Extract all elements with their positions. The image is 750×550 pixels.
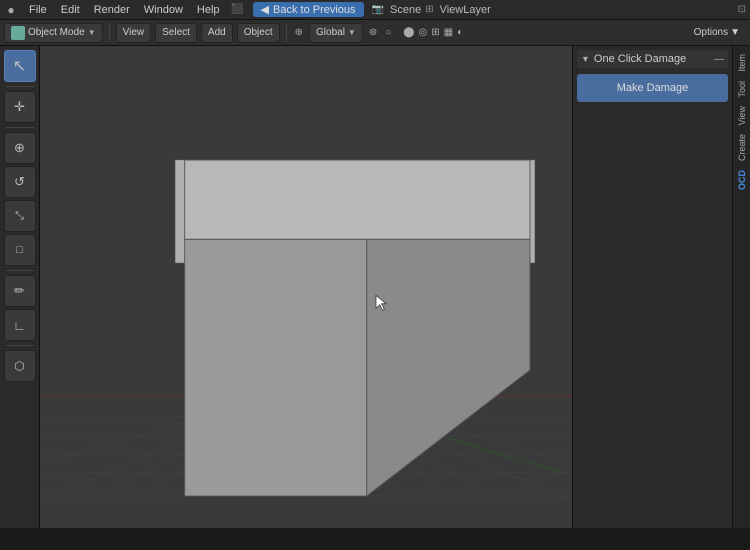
rotate-tool-btn[interactable]: ↺ (4, 166, 36, 198)
back-to-previous-label: Back to Previous (273, 4, 356, 16)
options-arrow: ▼ (730, 27, 740, 38)
overlay-icon3: ⊞ (431, 27, 439, 38)
menu-window[interactable]: Window (137, 0, 190, 20)
side-tab-ocd[interactable]: OCD (735, 166, 749, 194)
layers-icon: ⊞ (425, 4, 433, 15)
side-tab-tool[interactable]: Tool (735, 77, 749, 102)
transform-btn[interactable]: Global ▼ (309, 23, 363, 43)
cursor-tool-btn[interactable]: ✛ (4, 91, 36, 123)
panel-title-container: ▼ One Click Damage (581, 53, 686, 65)
overlay-icon1: ⬤ (403, 27, 414, 38)
sep2 (286, 24, 287, 42)
back-to-previous-btn[interactable]: ◀ Back to Previous (253, 2, 364, 17)
options-label: Options (694, 27, 728, 38)
snap-icon: ⊛ (367, 27, 379, 38)
side-tab-item[interactable]: Item (735, 50, 749, 76)
menu-render[interactable]: Render (87, 0, 137, 20)
transform-icon: ⊕ (293, 27, 305, 38)
cursor-tool-icon: ✛ (14, 99, 25, 115)
overlay-icon4: ▦ (444, 27, 453, 38)
scale-tool-icon: ⤡ (15, 210, 24, 223)
second-toolbar: Object Mode ▼ View Select Add Object ⊕ G… (0, 20, 750, 46)
measure-tool-icon: ∟ (13, 318, 26, 333)
tool-sep2 (6, 127, 34, 128)
move-tool-icon: ⊕ (14, 140, 25, 156)
annotate-tool-btn[interactable]: ✏ (4, 275, 36, 307)
top-menu-bar: ● File Edit Render Window Help ⬛ ◀ Back … (0, 0, 750, 20)
panel-title: One Click Damage (594, 53, 686, 65)
move-tool-btn[interactable]: ⊕ (4, 132, 36, 164)
blender-icon: ● (0, 0, 22, 20)
collapse-icon[interactable]: ▼ (581, 54, 590, 64)
object-mode-arrow: ▼ (88, 28, 96, 37)
add-menu[interactable]: Add (201, 23, 233, 43)
make-damage-label: Make Damage (617, 82, 689, 94)
object-mode-icon (11, 26, 25, 40)
viewport-scene (40, 46, 572, 528)
side-tab-view[interactable]: View (735, 102, 749, 129)
view-menu[interactable]: View (116, 23, 152, 43)
tool-sep4 (6, 345, 34, 346)
top-right-icons: ⊡ (738, 4, 750, 15)
measure-tool-btn[interactable]: ∟ (4, 309, 36, 341)
3d-viewport[interactable] (40, 46, 572, 528)
scale-tool-btn[interactable]: ⤡ (4, 200, 36, 232)
object-mode-label: Object Mode (28, 27, 85, 38)
right-side-tabs: Item Tool View Create OCD (732, 46, 750, 528)
options-btn[interactable]: Options ▼ (688, 27, 746, 38)
ocd-panel: ▼ One Click Damage — Make Damage (573, 46, 732, 528)
object-mode-btn[interactable]: Object Mode ▼ (4, 23, 103, 43)
select-tool-btn[interactable]: ↖ (4, 50, 36, 82)
rotate-tool-icon: ↺ (14, 174, 25, 190)
expand-icon: ⊡ (738, 4, 746, 15)
main-area: ↖ ✛ ⊕ ↺ ⤡ □ ✏ ∟ ⬡ (0, 46, 750, 528)
proportional-icon: ○ (383, 27, 393, 38)
scene-label: Scene (390, 4, 421, 16)
overlay-icon5: ◐ (457, 27, 463, 38)
transform-tool-btn[interactable]: □ (4, 234, 36, 266)
camera-icon: 📷 (372, 4, 384, 15)
sep1 (109, 24, 110, 42)
transform-arrow: ▼ (348, 28, 356, 37)
transform-tool-icon: □ (16, 244, 23, 256)
transform-label: Global (316, 27, 345, 38)
select-tool-icon: ↖ (13, 56, 26, 76)
select-menu[interactable]: Select (155, 23, 197, 43)
object-menu[interactable]: Object (237, 23, 280, 43)
panel-header: ▼ One Click Damage — (577, 50, 728, 68)
tool-sep1 (6, 86, 34, 87)
view-layer-label: ViewLayer (440, 4, 491, 16)
left-toolbar: ↖ ✛ ⊕ ↺ ⤡ □ ✏ ∟ ⬡ (0, 46, 40, 528)
mode-icon: ⬛ (227, 0, 249, 20)
right-area: ▼ One Click Damage — Make Damage Item To… (572, 46, 750, 528)
panel-close-btn[interactable]: — (714, 54, 724, 65)
add-cube-tool-btn[interactable]: ⬡ (4, 350, 36, 382)
tool-sep3 (6, 270, 34, 271)
annotate-tool-icon: ✏ (14, 283, 25, 299)
menu-edit[interactable]: Edit (54, 0, 87, 20)
menu-help[interactable]: Help (190, 0, 227, 20)
menu-file[interactable]: File (22, 0, 54, 20)
add-cube-tool-icon: ⬡ (14, 359, 24, 373)
back-icon: ◀ (261, 3, 269, 16)
side-tab-create[interactable]: Create (735, 130, 749, 165)
make-damage-btn[interactable]: Make Damage (577, 74, 728, 102)
overlay-icon2: ◎ (418, 27, 427, 38)
